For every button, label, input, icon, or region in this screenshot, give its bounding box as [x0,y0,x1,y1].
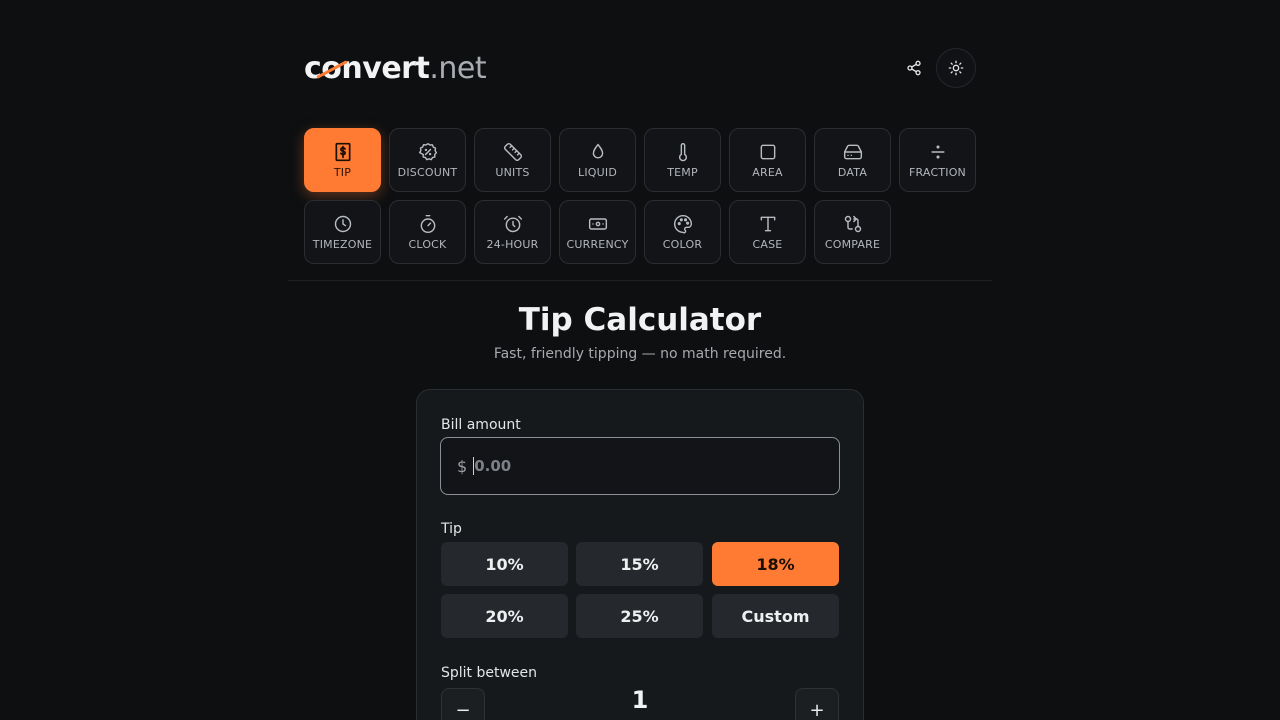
divide-icon [930,145,945,159]
tool-color[interactable]: COLOR [644,200,721,264]
tool-label: TEMP [667,166,698,179]
hard-drive-icon [843,144,862,160]
square-icon [760,144,775,160]
tool-currency[interactable]: CURRENCY [559,200,636,264]
tool-temp[interactable]: TEMP [644,128,721,192]
tip-option-10[interactable]: 10% [441,542,568,586]
tool-tip[interactable]: TIP [304,128,381,192]
tool-label: LIQUID [578,166,617,179]
logo-word: nvert [341,50,430,86]
tool-label: AREA [752,166,783,179]
discount-badge-icon [418,142,437,161]
tool-label: DISCOUNT [397,166,458,179]
tool-label: COLOR [662,238,703,251]
thermometer-icon [678,143,687,162]
share-icon [907,60,921,76]
tool-label: TIMEZONE [312,238,373,251]
receipt-dollar-icon [335,142,350,162]
share-button[interactable] [894,48,934,88]
tool-label: FRACTION [909,166,966,179]
logo-tld: .net [429,50,487,86]
clock-icon [334,215,351,233]
site-logo[interactable]: convert.net [304,48,487,88]
tip-option-18[interactable]: 18% [712,542,839,586]
split-label: Split between [441,665,538,681]
type-icon [760,216,775,232]
page-title: Tip Calculator [518,302,762,338]
tip-label: Tip [441,521,462,537]
ruler-icon [503,142,522,162]
minus-icon: − [455,699,471,720]
tip-option-20[interactable]: 20% [441,594,568,638]
tool-label: CLOCK [408,238,447,251]
logo-o: o [316,51,349,86]
alarm-clock-icon [503,215,522,233]
bill-amount-input[interactable] [474,457,775,475]
tool-area[interactable]: AREA [729,128,806,192]
split-count: 1 [631,686,649,714]
split-increment-button[interactable]: + [795,688,839,720]
logo-prefix: c [304,50,322,86]
tool-case[interactable]: CASE [729,200,806,264]
theme-toggle-button[interactable] [936,48,976,88]
tool-label: CASE [752,238,783,251]
plus-icon: + [809,699,825,720]
sun-icon [948,60,964,76]
currency-symbol: $ [457,456,468,476]
compare-arrows-icon [844,215,861,233]
tool-data[interactable]: DATA [814,128,891,192]
tool-label: DATA [837,166,868,179]
page-subtitle: Fast, friendly tipping — no math require… [493,346,787,362]
bill-amount-field[interactable]: $ [440,437,840,495]
palette-icon [673,214,692,234]
tool-compare[interactable]: COMPARE [814,200,891,264]
tool-units[interactable]: UNITS [474,128,551,192]
bill-amount-label: Bill amount [441,417,521,433]
banknote-icon [588,218,607,230]
tool-24-hour[interactable]: 24-HOUR [474,200,551,264]
tip-option-25[interactable]: 25% [576,594,703,638]
tool-label: UNITS [495,166,530,179]
tip-option-15[interactable]: 15% [576,542,703,586]
stopwatch-icon [420,214,435,234]
tool-discount[interactable]: DISCOUNT [389,128,466,192]
split-decrement-button[interactable]: − [441,688,485,720]
tool-fraction[interactable]: FRACTION [899,128,976,192]
tool-label: CURRENCY [566,238,629,251]
droplet-icon [592,143,603,159]
tool-label: TIP [333,166,352,179]
tool-timezone[interactable]: TIMEZONE [304,200,381,264]
tool-clock[interactable]: CLOCK [389,200,466,264]
tool-label: COMPARE [824,238,881,251]
tool-label: 24-HOUR [486,238,539,251]
header-divider [288,280,992,281]
tip-option-custom[interactable]: Custom [712,594,839,638]
tool-liquid[interactable]: LIQUID [559,128,636,192]
